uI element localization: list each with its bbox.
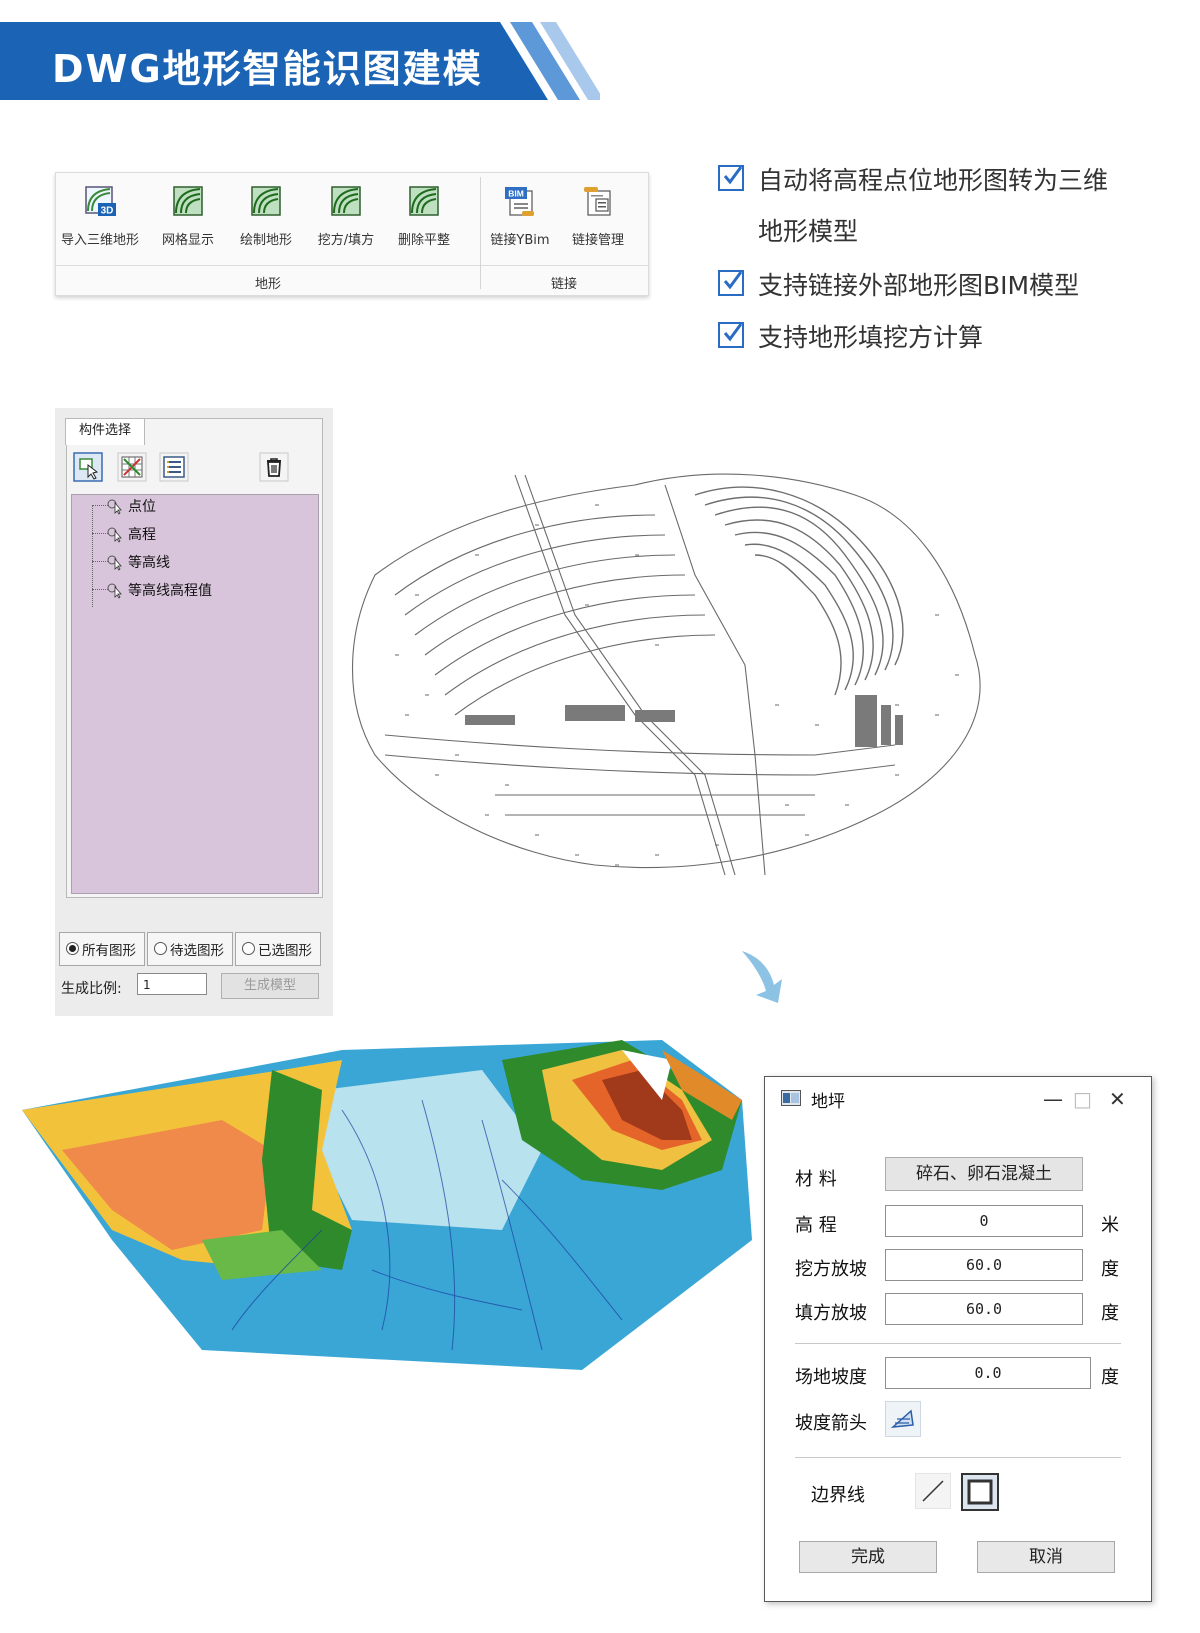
import-3d-terrain-icon: 3D xyxy=(85,186,116,217)
cut-slope-label: 挖方放坡 xyxy=(795,1259,867,1280)
ribbon-button-label: 链接管理 xyxy=(571,233,624,248)
list-view-icon[interactable] xyxy=(159,452,189,482)
ribbon-button-label: 挖方/填方 xyxy=(317,233,375,248)
tab-component-select[interactable]: 构件选择 xyxy=(65,418,145,445)
site-slope-unit: 度 xyxy=(1101,1367,1119,1388)
trash-icon[interactable] xyxy=(259,452,289,482)
ribbon-button-label: 删除平整 xyxy=(397,233,450,248)
scale-input[interactable]: 1 xyxy=(137,973,207,995)
slope-arrow-label: 坡度箭头 xyxy=(795,1413,867,1434)
generate-model-button[interactable]: 生成模型 xyxy=(221,973,319,999)
ground-dialog: 地坪 — □ ✕ 材 料 碎石、卵石混凝土 高 程 0 米 挖方放坡 60.0 … xyxy=(764,1076,1152,1602)
radio-all-shapes[interactable]: 所有图形 xyxy=(59,932,145,966)
ribbon-button-label: 网格显示 xyxy=(161,233,214,248)
delete-leveling-button[interactable]: 删除平整 xyxy=(382,179,466,249)
ribbon-group-terrain: 地形 xyxy=(254,277,281,292)
link-ybim-button[interactable]: BIM 链接YBim xyxy=(478,179,562,249)
grid-display-icon xyxy=(173,186,203,216)
ok-button[interactable]: 完成 xyxy=(799,1541,937,1573)
dialog-title: 地坪 xyxy=(811,1092,845,1112)
site-slope-input[interactable]: 0.0 xyxy=(885,1357,1091,1389)
cursor-pick-icon xyxy=(107,555,122,571)
cut-slope-unit: 度 xyxy=(1101,1259,1119,1280)
checkbox-checked-icon xyxy=(718,322,744,348)
link-manage-icon xyxy=(584,187,611,216)
cursor-pick-icon xyxy=(107,499,122,515)
site-slope-label: 场地坡度 xyxy=(795,1367,867,1388)
grid-display-button[interactable]: 网格显示 xyxy=(146,179,230,249)
draw-terrain-icon xyxy=(251,186,281,216)
3d-terrain-model xyxy=(22,1040,752,1370)
ribbon-button-label: 绘制地形 xyxy=(239,233,292,248)
cut-fill-icon xyxy=(331,186,361,216)
pick-select-icon[interactable] xyxy=(73,452,103,482)
cancel-button[interactable]: 取消 xyxy=(977,1541,1115,1573)
ribbon-button-label: 链接YBim xyxy=(490,233,550,248)
scale-label: 生成比例: xyxy=(61,981,122,997)
ribbon-group-link: 链接 xyxy=(550,277,577,292)
close-icon[interactable]: ✕ xyxy=(1109,1087,1126,1111)
cad-topographic-map xyxy=(351,473,981,876)
feature-text: 自动将高程点位地形图转为三维 xyxy=(758,166,1109,195)
elevation-input[interactable]: 0 xyxy=(885,1205,1083,1237)
import-3d-terrain-button[interactable]: 3D 导入三维地形 xyxy=(58,179,142,249)
link-ybim-icon: BIM xyxy=(505,187,534,216)
svg-text:3D: 3D xyxy=(101,206,114,217)
component-select-panel: 构件选择 点位 高程 等高线 等高线高程值 所有图形 待选图形 已选图形 生成比… xyxy=(55,408,333,1016)
feature-text: 支持地形填挖方计算 xyxy=(758,323,984,352)
feature-text: 地形模型 xyxy=(758,217,859,246)
fill-slope-label: 填方放坡 xyxy=(795,1303,867,1324)
cursor-pick-icon xyxy=(107,527,122,543)
fill-slope-unit: 度 xyxy=(1101,1303,1119,1324)
terrain-ribbon: 3D 导入三维地形 网格显示 绘制地形 挖方/填方 删除平整 BIM 链接YBi… xyxy=(55,172,649,296)
svg-text:BIM: BIM xyxy=(508,189,524,199)
cut-fill-button[interactable]: 挖方/填方 xyxy=(304,179,388,249)
radio-selected-shapes[interactable]: 已选图形 xyxy=(235,932,321,966)
maximize-icon[interactable]: □ xyxy=(1073,1087,1092,1111)
ribbon-button-label: 导入三维地形 xyxy=(60,233,139,248)
line-tool-icon[interactable] xyxy=(915,1473,951,1509)
arrow-down-icon xyxy=(742,951,782,1003)
material-label: 材 料 xyxy=(795,1169,837,1190)
cut-slope-input[interactable]: 60.0 xyxy=(885,1249,1083,1281)
rectangle-tool-icon[interactable] xyxy=(961,1473,999,1511)
page-title: DWG地形智能识图建模 xyxy=(52,47,483,91)
grid-select-icon[interactable] xyxy=(117,452,147,482)
cursor-pick-icon xyxy=(107,583,122,599)
fill-slope-input[interactable]: 60.0 xyxy=(885,1293,1083,1325)
window-icon xyxy=(781,1090,801,1106)
elevation-label: 高 程 xyxy=(795,1215,837,1236)
boundary-label: 边界线 xyxy=(811,1485,865,1506)
draw-terrain-button[interactable]: 绘制地形 xyxy=(224,179,308,249)
minimize-icon[interactable]: — xyxy=(1043,1087,1063,1111)
link-manage-button[interactable]: 链接管理 xyxy=(556,179,640,249)
elevation-unit: 米 xyxy=(1101,1215,1119,1236)
delete-leveling-icon xyxy=(409,186,439,216)
checkbox-checked-icon xyxy=(718,270,744,296)
slope-arrow-icon[interactable] xyxy=(885,1401,921,1437)
feature-text: 支持链接外部地形图BIM模型 xyxy=(758,271,1080,300)
radio-pending-shapes[interactable]: 待选图形 xyxy=(147,932,233,966)
component-tree: 点位 高程 等高线 等高线高程值 xyxy=(71,494,319,894)
checkbox-checked-icon xyxy=(718,165,744,191)
material-button[interactable]: 碎石、卵石混凝土 xyxy=(885,1157,1083,1191)
